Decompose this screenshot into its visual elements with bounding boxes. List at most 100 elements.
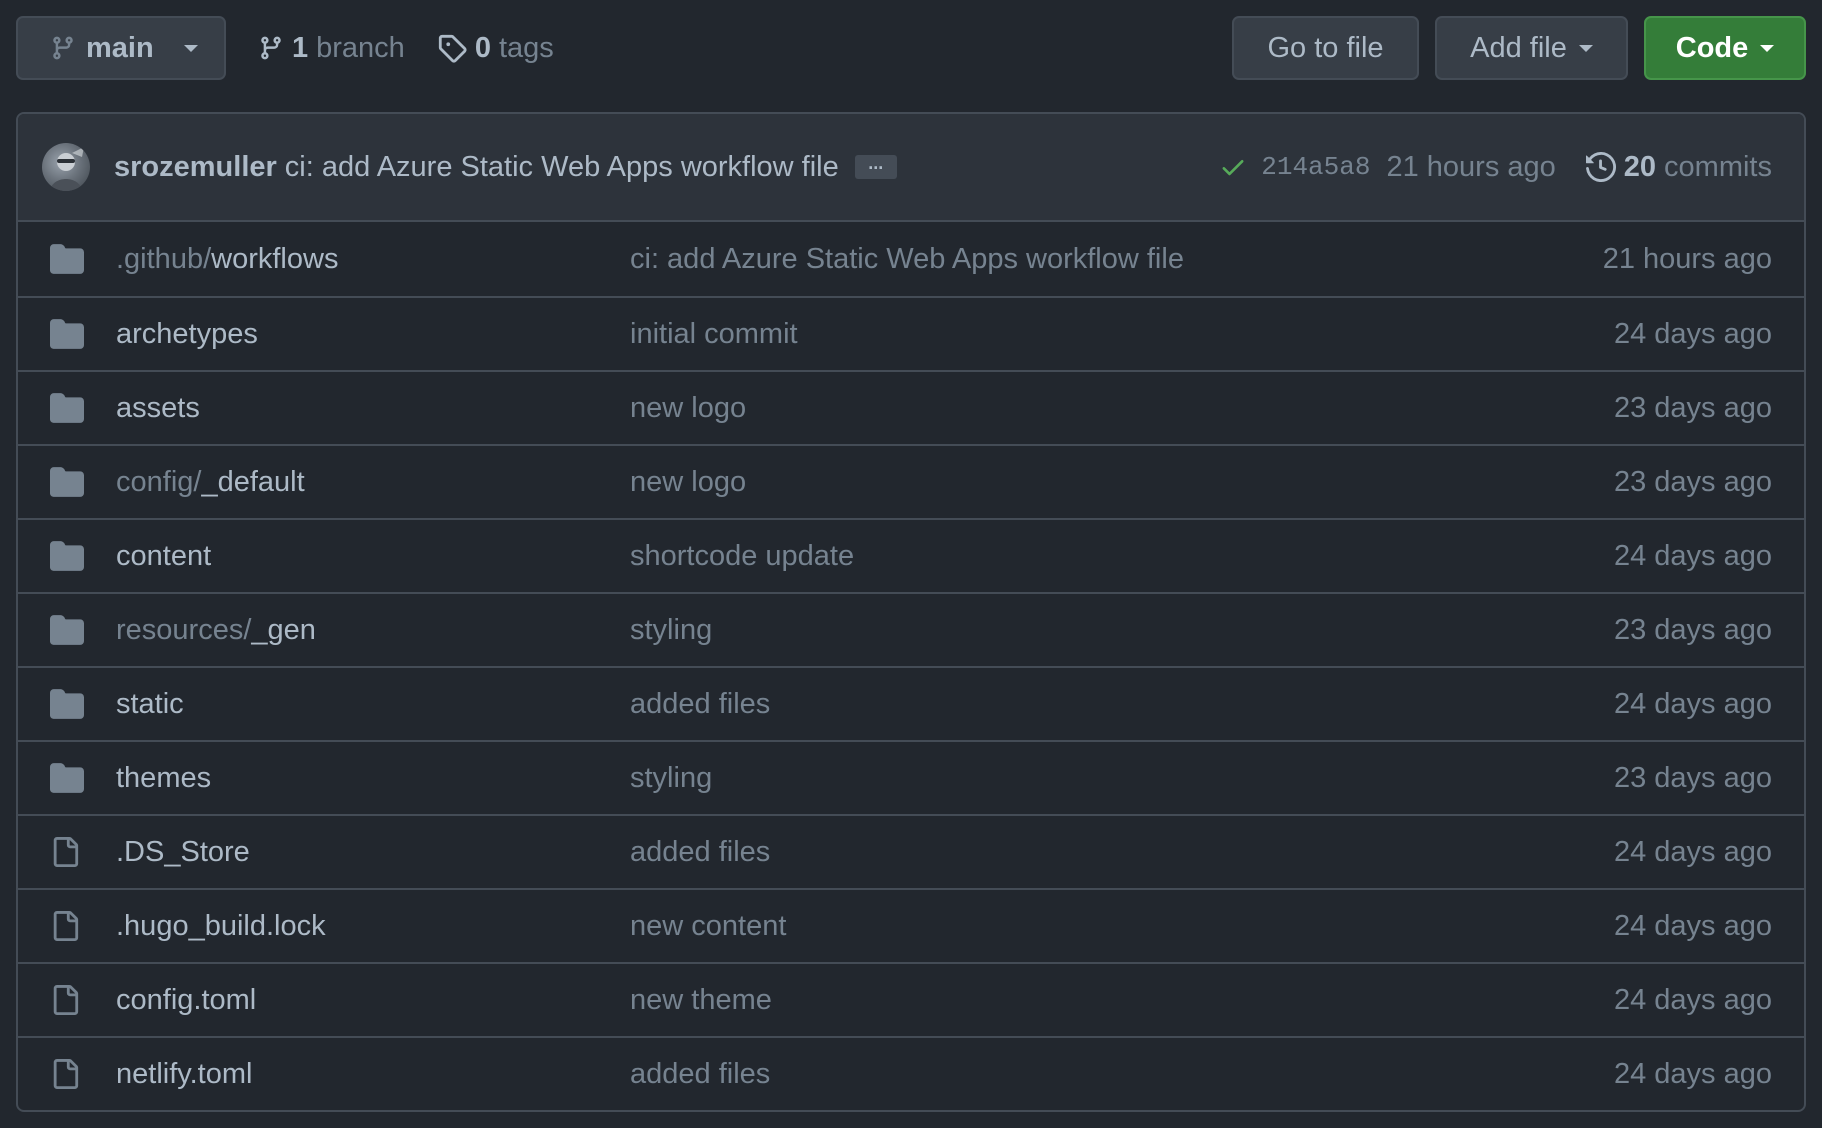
folder-icon — [50, 689, 84, 719]
file-name: workflows — [211, 242, 339, 275]
file-commit-age: 23 days ago — [1613, 465, 1772, 498]
tag-count: 0 — [474, 31, 491, 64]
file-name: .DS_Store — [116, 835, 250, 868]
chevron-down-icon — [184, 44, 198, 52]
file-commit-age: 23 days ago — [1613, 613, 1772, 646]
file-commit-age: 24 days ago — [1613, 909, 1772, 942]
chevron-down-icon — [1578, 44, 1593, 52]
file-rows: .github/workflows ci: add Azure Static We… — [18, 222, 1804, 1110]
file-row: config.toml new theme 24 days ago — [18, 962, 1804, 1036]
file-commit-message-link[interactable]: new logo — [630, 466, 1614, 499]
code-button[interactable]: Code — [1644, 16, 1806, 80]
file-commit-age: 24 days ago — [1613, 835, 1772, 868]
branch-name: main — [86, 31, 154, 64]
file-name: _default — [201, 465, 305, 498]
file-name: static — [116, 687, 184, 720]
file-name-link[interactable]: .hugo_build.lock — [116, 910, 630, 943]
file-name: archetypes — [116, 317, 258, 350]
file-commit-message-link[interactable]: ci: add Azure Static Web Apps workflow f… — [630, 243, 1603, 276]
file-commit-message-link[interactable]: new content — [630, 910, 1614, 943]
file-commit-message-link[interactable]: shortcode update — [630, 540, 1614, 573]
folder-icon — [50, 467, 84, 497]
file-commit-message-link[interactable]: initial commit — [630, 318, 1614, 351]
expand-commit-button[interactable]: ... — [854, 154, 897, 179]
folder-icon — [50, 319, 84, 349]
file-name-link[interactable]: assets — [116, 392, 630, 425]
file-listing: srozemuller ci: add Azure Static Web App… — [16, 112, 1806, 1112]
directory-row: .github/workflows ci: add Azure Static We… — [18, 222, 1804, 296]
file-name-link[interactable]: themes — [116, 762, 630, 795]
chevron-down-icon — [1760, 44, 1775, 52]
file-name-link[interactable]: resources/_gen — [116, 614, 630, 647]
file-commit-age: 24 days ago — [1613, 983, 1772, 1016]
file-commit-message-link[interactable]: added files — [630, 688, 1614, 721]
folder-icon — [50, 244, 84, 274]
folder-icon — [50, 615, 84, 645]
folder-icon — [50, 763, 84, 793]
file-row: .DS_Store added files 24 days ago — [18, 814, 1804, 888]
file-icon — [50, 835, 84, 869]
branch-select-button[interactable]: main — [16, 16, 226, 80]
commit-count: 20 — [1623, 150, 1657, 183]
file-commit-age: 23 days ago — [1613, 761, 1772, 794]
directory-row: assets new logo 23 days ago — [18, 370, 1804, 444]
commit-history-link[interactable]: 20 commits — [1585, 150, 1772, 184]
folder-icon — [50, 393, 84, 423]
file-commit-message-link[interactable]: styling — [630, 762, 1614, 795]
file-row: .hugo_build.lock new content 24 days ago — [18, 888, 1804, 962]
directory-row: resources/_gen styling 23 days ago — [18, 592, 1804, 666]
file-icon — [50, 909, 84, 943]
check-icon[interactable] — [1219, 153, 1247, 181]
go-to-file-button[interactable]: Go to file — [1232, 16, 1419, 80]
file-commit-age: 24 days ago — [1613, 687, 1772, 720]
file-path-prefix: resources/ — [116, 613, 252, 646]
file-row: netlify.toml added files 24 days ago — [18, 1036, 1804, 1110]
file-commit-message-link[interactable]: added files — [630, 1058, 1614, 1091]
directory-row: config/_default new logo 23 days ago — [18, 444, 1804, 518]
file-name: config.toml — [116, 983, 257, 1016]
file-name-link[interactable]: static — [116, 688, 630, 721]
file-icon — [50, 983, 84, 1017]
git-branch-icon — [50, 33, 76, 63]
commit-time: 21 hours ago — [1386, 150, 1556, 183]
file-name-link[interactable]: config/_default — [116, 466, 630, 499]
directory-row: archetypes initial commit 24 days ago — [18, 296, 1804, 370]
tag-label: tags — [498, 31, 554, 64]
file-commit-age: 24 days ago — [1613, 1057, 1772, 1090]
file-name-link[interactable]: netlify.toml — [116, 1058, 630, 1091]
directory-row: themes styling 23 days ago — [18, 740, 1804, 814]
file-name-link[interactable]: config.toml — [116, 984, 630, 1017]
file-commit-message-link[interactable]: added files — [630, 836, 1614, 869]
folder-icon — [50, 541, 84, 571]
tag-icon — [437, 33, 467, 63]
file-commit-age: 24 days ago — [1613, 539, 1772, 572]
file-name-link[interactable]: content — [116, 540, 630, 573]
directory-row: static added files 24 days ago — [18, 666, 1804, 740]
avatar[interactable] — [42, 143, 90, 191]
commit-author-link[interactable]: srozemuller — [114, 151, 277, 184]
file-name: _gen — [251, 613, 316, 646]
latest-commit-bar: srozemuller ci: add Azure Static Web App… — [18, 114, 1804, 222]
branches-link[interactable]: 1 branch — [258, 32, 405, 65]
file-commit-age: 21 hours ago — [1602, 242, 1772, 275]
file-name: netlify.toml — [116, 1057, 253, 1090]
repo-toolbar: main 1 branch 0 tags Go to file Add file… — [16, 16, 1806, 80]
file-commit-message-link[interactable]: new logo — [630, 392, 1614, 425]
file-path-prefix: .github/ — [116, 242, 212, 275]
file-commit-message-link[interactable]: styling — [630, 614, 1614, 647]
branch-label: branch — [316, 31, 405, 64]
commit-count-label: commits — [1664, 150, 1772, 183]
branch-count: 1 — [292, 31, 309, 64]
file-name: content — [116, 539, 212, 572]
file-icon — [50, 1057, 84, 1091]
commit-sha-link[interactable]: 214a5a8 — [1261, 152, 1370, 182]
tags-link[interactable]: 0 tags — [437, 32, 554, 65]
file-commit-message-link[interactable]: new theme — [630, 984, 1614, 1017]
file-name-link[interactable]: .DS_Store — [116, 836, 630, 869]
file-name-link[interactable]: archetypes — [116, 318, 630, 351]
commit-message-link[interactable]: ci: add Azure Static Web Apps workflow f… — [285, 151, 839, 184]
file-path-prefix: config/ — [116, 465, 202, 498]
add-file-button[interactable]: Add file — [1435, 16, 1628, 80]
history-icon — [1585, 152, 1616, 182]
file-name-link[interactable]: .github/workflows — [116, 243, 630, 276]
